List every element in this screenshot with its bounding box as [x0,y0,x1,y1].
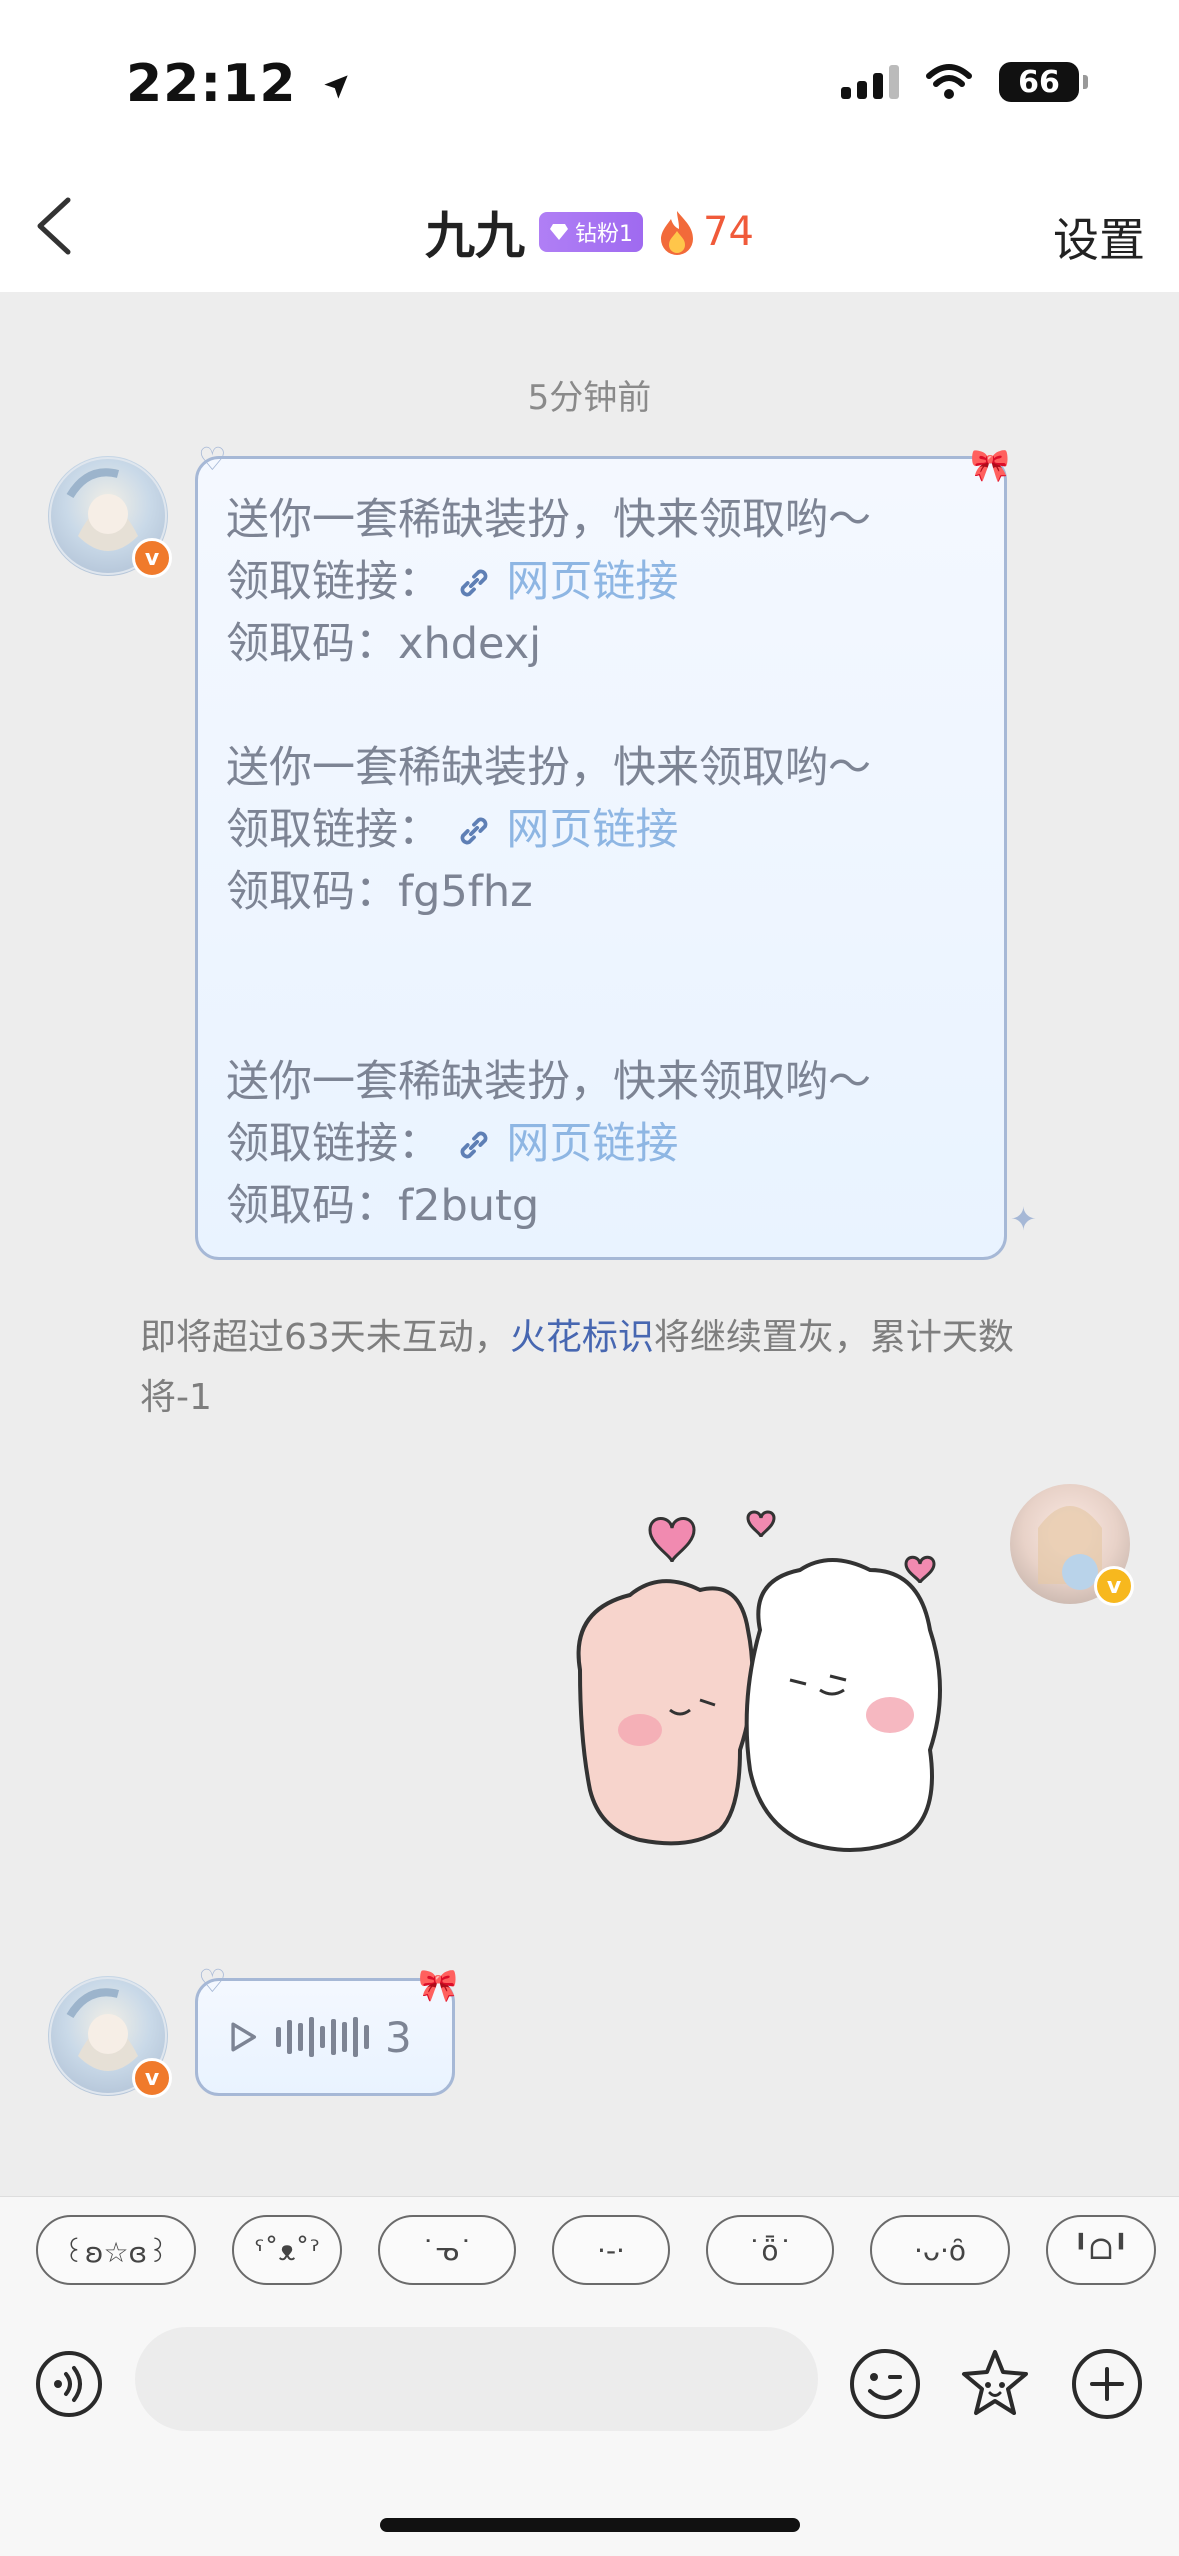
bow-deco-icon: 🎀 [970,446,1010,484]
kaomoji-chip[interactable]: ˙ᓀ˙ [378,2215,516,2285]
web-link-text: 网页链接 [506,805,679,855]
fire-count-value: 74 [703,209,754,255]
fan-badge: 钻粉1 [539,212,644,252]
plus-icon[interactable] [1070,2347,1144,2421]
play-icon [231,2022,257,2052]
location-arrow-icon [323,75,348,99]
contact-avatar[interactable]: v [48,456,172,578]
voice-message[interactable]: 3 [195,1978,455,2096]
emoji-icon[interactable] [848,2347,922,2421]
link-icon [460,569,488,597]
link-prefix: 领取链接： [226,557,441,607]
input-row [0,2327,1179,2447]
bubble-line: 领取码：fg5fhz [226,867,533,917]
status-time: 22:12 [126,54,350,114]
settings-button[interactable]: 设置 [1053,204,1145,270]
bubble-line: 送你一套稀缺装扮，快来领取哟～ [226,495,871,545]
verified-badge-icon: v [1094,1566,1134,1606]
web-link[interactable]: 网页链接 [455,805,679,855]
bubble-line: 送你一套稀缺装扮，快来领取哟～ [226,743,871,793]
sparkle-deco-icon: ✦ [1010,1200,1037,1238]
link-prefix: 领取链接： [226,805,441,855]
fan-badge-label: 钻粉1 [575,222,634,247]
heart-bubble-deco-icon: ♡ [198,1962,227,2000]
star-face-icon[interactable] [958,2347,1032,2421]
message-timestamp: 5分钟前 [527,378,652,418]
fire-streak: 74 [657,209,754,255]
kaomoji-chip[interactable]: ˙ȫ˙ [706,2215,834,2285]
kaomoji-row: ꒰ʚ☆ɞ꒱ ˁ˚ᴥ˚ˀ ˙ᓀ˙ ·-· ˙ȫ˙ ·ᴗ·ȏ ╹ᗝ╹ [36,2215,1156,2285]
chat-title: 九九 钻粉1 74 [0,196,1179,268]
web-link-text: 网页链接 [506,557,679,607]
message-input[interactable] [135,2327,818,2431]
cellular-signal-icon [841,65,899,99]
bubble-line: 送你一套稀缺装扮，快来领取哟～ [226,1057,871,1107]
web-link[interactable]: 网页链接 [455,557,679,607]
kaomoji-chip[interactable]: ·ᴗ·ȏ [870,2215,1010,2285]
message-bubble[interactable]: 送你一套稀缺装扮，快来领取哟～ 领取链接： 网页链接 领取码：xhdexj 送你… [195,456,1007,1260]
voice-icon[interactable] [34,2349,104,2419]
chat-name: 九九 [425,207,526,265]
status-icons: 66 [841,62,1088,102]
verified-badge-icon: v [132,2058,172,2098]
top-bar: 22:12 66 九九 钻粉1 74 设置 [0,0,1179,292]
hugging-bunnies-sticker[interactable] [570,1500,960,1900]
kaomoji-chip[interactable]: ╹ᗝ╹ [1046,2215,1156,2285]
verified-badge-icon: v [132,538,172,578]
bubble-line: 领取链接： 网页链接 [226,799,976,861]
link-prefix: 领取链接： [226,1119,441,1169]
bubble-line: 领取链接： 网页链接 [226,1113,976,1175]
contact-avatar[interactable]: v [48,1976,172,2098]
self-avatar[interactable]: v [1010,1484,1134,1606]
link-icon [460,1131,488,1159]
bubble-line: 领取链接： 网页链接 [226,551,976,613]
kaomoji-chip[interactable]: ·-· [552,2215,670,2285]
diamond-icon [550,224,569,240]
input-panel: ꒰ʚ☆ɞ꒱ ˁ˚ᴥ˚ˀ ˙ᓀ˙ ·-· ˙ȫ˙ ·ᴗ·ȏ ╹ᗝ╹ [0,2196,1179,2556]
link-icon [460,817,488,845]
bubble-line: 领取码：xhdexj [226,619,542,669]
waveform-icon [276,2015,369,2059]
bubble-line: 领取码：f2butg [226,1181,540,1231]
spark-notice: 即将超过63天未互动，火花标识将继续置灰，累计天数将-1 [140,1308,1040,1428]
notice-text-pre: 即将超过63天未互动， [140,1317,510,1358]
kaomoji-chip[interactable]: ꒰ʚ☆ɞ꒱ [36,2215,196,2285]
fire-icon [661,211,694,255]
web-link[interactable]: 网页链接 [455,1119,679,1169]
heart-bubble-deco-icon: ♡ [198,440,227,478]
bow-deco-icon: 🎀 [418,1966,458,2004]
web-link-text: 网页链接 [506,1119,679,1169]
wifi-icon [926,64,972,99]
home-indicator[interactable] [380,2518,800,2532]
kaomoji-chip[interactable]: ˁ˚ᴥ˚ˀ [232,2215,342,2285]
status-time-text: 22:12 [126,54,297,114]
voice-duration: 3 [385,2012,412,2062]
spark-mark-link[interactable]: 火花标识 [510,1317,654,1358]
battery-level: 66 [1018,64,1060,100]
battery-indicator: 66 [999,62,1088,102]
